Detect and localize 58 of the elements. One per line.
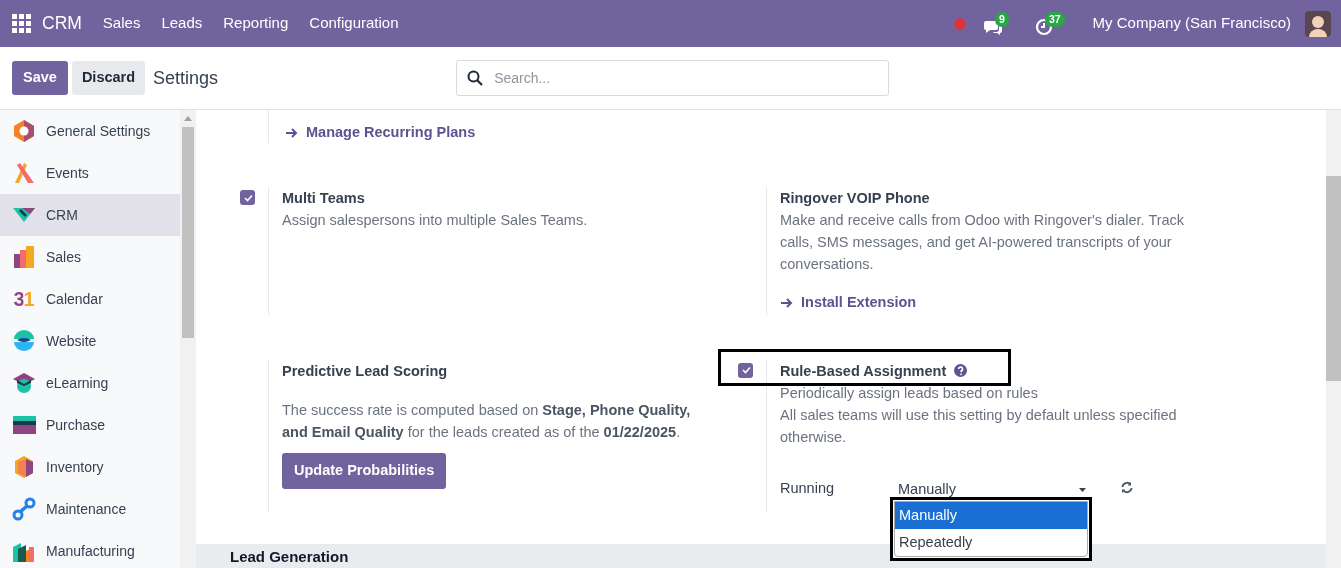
sidebar-item[interactable]: Maintenance — [0, 488, 180, 530]
checkbox[interactable] — [240, 190, 255, 205]
sidebar-item[interactable]: 31 Calendar — [0, 278, 180, 320]
page-title: Settings — [153, 66, 219, 90]
setting-title: Ringover VOIP Phone — [780, 189, 930, 208]
wave-circle-icon — [11, 329, 36, 353]
arrow-icon — [285, 126, 298, 139]
sidebar-item[interactable]: Purchase — [0, 404, 180, 446]
menu-item[interactable]: Sales — [102, 12, 141, 35]
app-name[interactable]: CRM — [42, 10, 82, 37]
setting-description: Make and receive calls from Odoo with Ringover's dialer. Track calls, SMS messages, and get AI-powered transcripts of your conversations. — [780, 211, 1186, 274]
sidebar-item[interactable]: Website — [0, 320, 180, 362]
menu-item[interactable]: Reporting — [223, 12, 289, 35]
sidebar-item[interactable]: Sales — [0, 236, 180, 278]
arrow-icon — [780, 296, 793, 309]
apps-menu-icon[interactable] — [12, 14, 31, 33]
install-extension-link[interactable]: Install Extension — [780, 292, 917, 314]
count-badge: 37 — [1044, 11, 1065, 27]
setting-description: The success rate is computed based on Stage, Phone Quality, and Email Quality for the leads created as of the 01/22/2025. — [282, 400, 692, 442]
caret-icon — [1079, 487, 1086, 492]
discard-button[interactable]: Discard — [71, 61, 146, 95]
setting-description: Assign salespersons into multiple Sales Teams. — [282, 211, 589, 230]
user-avatar[interactable] — [1305, 10, 1331, 37]
field-label: Running — [780, 478, 835, 498]
setting-description: Periodically assign leads based on rules — [780, 383, 1039, 403]
dropdown-option[interactable]: Manually — [895, 501, 1087, 529]
setting-description: All sales teams will use this setting by default unless specified otherwise. — [780, 405, 1178, 447]
search-field[interactable]: Search... — [456, 60, 890, 96]
search-icon — [467, 70, 484, 86]
sidebar-item[interactable]: eLearning — [0, 362, 180, 404]
setting-title: Multi Teams — [282, 189, 365, 208]
setting-title: Rule-Based Assignment — [780, 361, 947, 381]
check-icon — [740, 365, 751, 376]
refresh-icon[interactable] — [1120, 481, 1133, 495]
bar-chart-icon — [11, 245, 36, 269]
hexagon-icon — [11, 119, 36, 143]
checkbox[interactable] — [738, 362, 753, 378]
scrollbar[interactable] — [1326, 110, 1341, 568]
menu-item[interactable]: Configuration — [309, 12, 399, 35]
running-dropdown[interactable]: Manually — [894, 478, 1090, 501]
company-name[interactable]: My Company (San Francisco) — [1092, 12, 1291, 35]
menu-item[interactable]: Leads — [161, 12, 203, 35]
update-probabilities-button[interactable]: Update Probabilities — [282, 452, 447, 489]
save-button[interactable]: Save — [12, 61, 68, 95]
chain-link-icon — [11, 497, 36, 521]
check-icon — [242, 192, 253, 203]
sidebar-item[interactable]: CRM — [0, 194, 180, 236]
setting-title: Predictive Lead Scoring — [282, 361, 448, 381]
help-icon[interactable] — [954, 364, 968, 378]
count-badge: 9 — [995, 11, 1009, 27]
sidebar-item[interactable]: Inventory — [0, 446, 180, 488]
sidebar-item[interactable]: Events — [0, 152, 180, 194]
sidebar-item[interactable]: General Settings — [0, 110, 180, 152]
manage-plans-link[interactable]: Manage Recurring Plans — [285, 122, 476, 144]
graduation-cap-icon — [11, 371, 36, 395]
scrollbar[interactable] — [180, 110, 196, 568]
card-icon — [11, 413, 36, 437]
sidebar-item[interactable]: Manufacturing — [0, 530, 180, 568]
